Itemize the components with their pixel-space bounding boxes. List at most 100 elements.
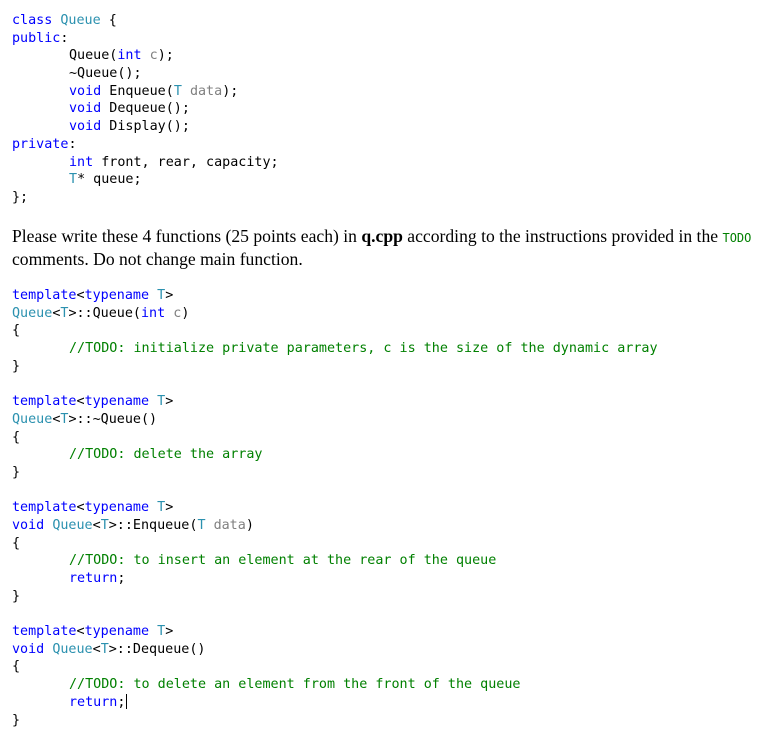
code-line: //TODO: initialize private parameters, c… — [12, 340, 658, 358]
code-line: void Enqueue(T data); — [12, 83, 279, 101]
code-text: }; — [12, 189, 29, 205]
code-line: void Queue<T>::Dequeue() — [12, 641, 658, 659]
instructions-text: Please write these 4 functions (25 point… — [12, 226, 362, 246]
code-line: } — [12, 464, 658, 482]
code-line: } — [12, 358, 658, 376]
code-text: ); — [157, 48, 174, 64]
code-line: template<typename T> — [12, 393, 658, 411]
code-keyword: template — [12, 624, 77, 640]
code-type: T — [157, 288, 166, 303]
code-keyword: typename — [84, 288, 150, 303]
code-type: Queue — [60, 13, 101, 28]
code-text: Queue( — [69, 48, 118, 64]
code-text: > — [165, 394, 174, 410]
code-text: ) — [181, 305, 190, 321]
code-type: Queue — [52, 641, 93, 657]
instructions-text: according to the instructions provided i… — [402, 226, 723, 246]
code-type: T — [197, 517, 206, 533]
code-param: c — [149, 48, 158, 64]
code-line: private: — [12, 136, 279, 154]
code-text: ) — [245, 517, 254, 533]
code-keyword: void — [12, 517, 45, 533]
code-param: data — [189, 83, 223, 99]
code-line: template<typename T> — [12, 287, 658, 305]
code-comment: //TODO: initialize private parameters, c… — [69, 341, 658, 357]
code-line: void Dequeue(); — [12, 100, 279, 118]
instructions-text: comments. Do not change main function. — [12, 249, 303, 269]
code-type: T — [157, 500, 166, 516]
code-line: void Queue<T>::Enqueue(T data) — [12, 517, 658, 535]
code-line: template<typename T> — [12, 499, 658, 517]
code-text: > — [165, 500, 174, 516]
code-text: < — [76, 288, 85, 303]
code-text: < — [92, 517, 101, 533]
code-text: >::Dequeue() — [108, 641, 206, 657]
code-type: T — [100, 641, 109, 657]
code-line: int front, rear, capacity; — [12, 154, 279, 172]
text-cursor — [126, 693, 128, 709]
code-text: > — [165, 624, 174, 640]
code-keyword: private — [12, 136, 69, 152]
code-text: { — [100, 13, 117, 28]
code-text: < — [76, 500, 85, 516]
code-keyword: template — [12, 288, 77, 303]
code-text: { — [12, 323, 21, 339]
code-text: } — [12, 358, 21, 374]
code-type: T — [157, 624, 166, 640]
code-line: } — [12, 588, 658, 606]
code-line: ~Queue(); — [12, 65, 279, 83]
code-type: T — [100, 517, 109, 533]
code-text: * queue; — [77, 172, 142, 188]
code-param: data — [213, 517, 246, 533]
code-text: } — [12, 712, 21, 728]
code-text: front, rear, capacity; — [93, 154, 279, 170]
code-type: T — [173, 83, 182, 99]
code-keyword: void — [69, 83, 102, 99]
code-keyword: return — [69, 694, 118, 710]
code-keyword: void — [69, 119, 102, 135]
code-line: return; — [12, 570, 658, 588]
code-keyword: int — [117, 48, 142, 64]
code-text: { — [12, 659, 21, 675]
code-keyword: void — [12, 641, 45, 657]
code-text: ~Queue(); — [69, 66, 142, 82]
code-text: } — [12, 588, 21, 604]
code-type: Queue — [52, 517, 93, 533]
code-text: } — [12, 464, 21, 480]
code-line: //TODO: to delete an element from the fr… — [12, 676, 658, 694]
code-text: Enqueue( — [101, 83, 174, 99]
code-line: { — [12, 535, 658, 553]
code-text: >::Queue( — [68, 305, 141, 321]
code-text: Display(); — [101, 119, 190, 135]
code-line: { — [12, 658, 658, 676]
code-type: Queue — [12, 411, 53, 427]
code-text: < — [92, 641, 101, 657]
code-type: Queue — [12, 305, 53, 321]
code-keyword: typename — [84, 624, 150, 640]
code-line: Queue<T>::~Queue() — [12, 411, 658, 429]
code-line: class Queue { — [12, 12, 279, 30]
code-comment: //TODO: delete the array — [69, 447, 263, 463]
code-keyword: void — [69, 101, 102, 117]
code-line: Queue(int c); — [12, 47, 279, 65]
code-line: template<typename T> — [12, 623, 658, 641]
code-line: void Display(); — [12, 118, 279, 136]
code-text: < — [76, 624, 85, 640]
code-line: //TODO: delete the array — [12, 446, 658, 464]
code-line: } — [12, 712, 658, 730]
code-text: : — [68, 136, 77, 152]
code-line: //TODO: to insert an element at the rear… — [12, 552, 658, 570]
function-stubs-code[interactable]: template<typename T> Queue<T>::Queue(int … — [12, 287, 658, 729]
code-text: Dequeue(); — [101, 101, 190, 117]
code-line: }; — [12, 189, 279, 207]
code-keyword: public — [12, 30, 61, 46]
code-text: ); — [222, 83, 239, 99]
code-comment: //TODO: to insert an element at the rear… — [69, 553, 497, 569]
